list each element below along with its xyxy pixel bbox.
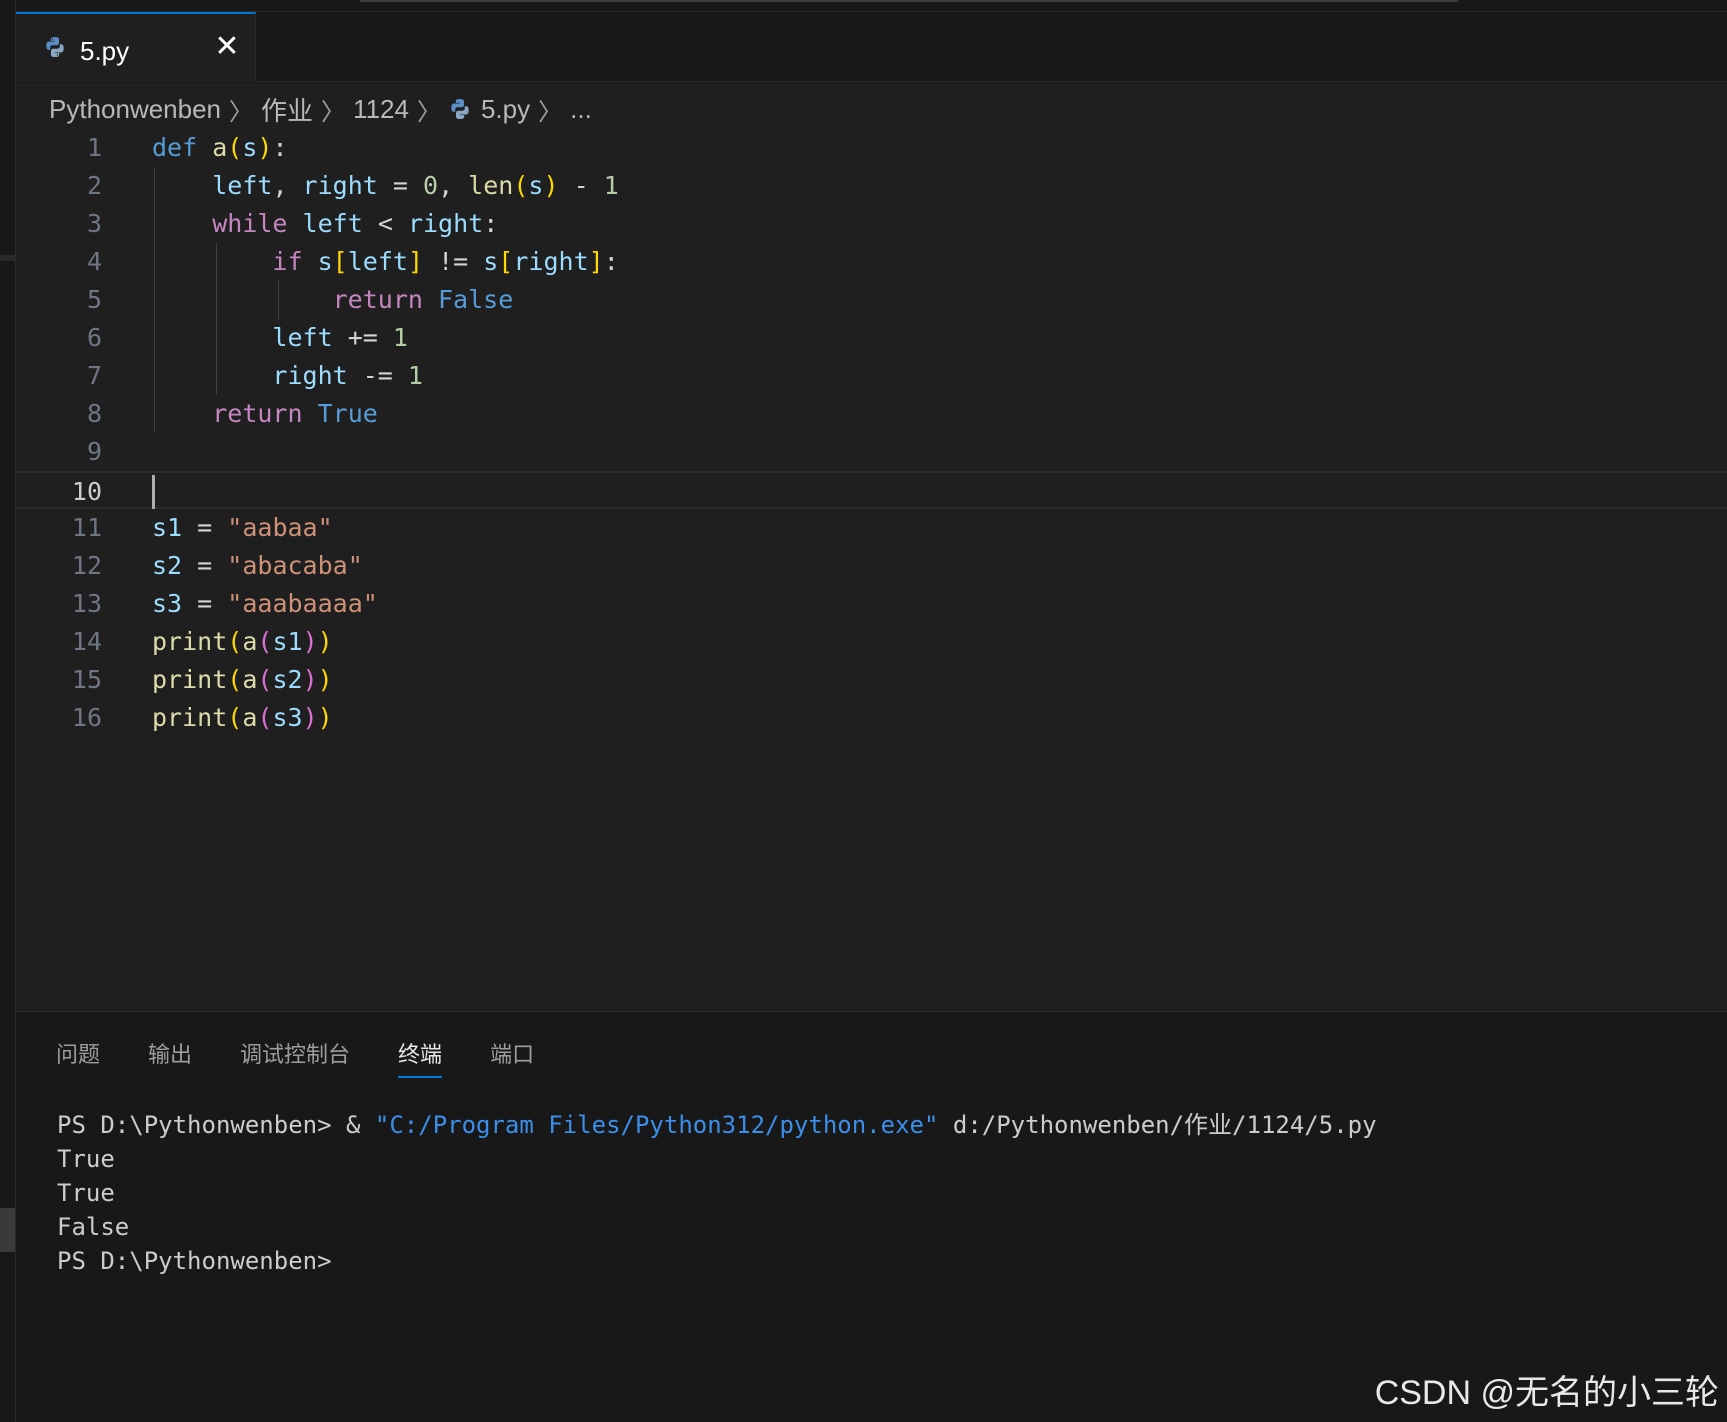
close-icon[interactable]: ✕ <box>212 32 242 62</box>
panel-tabs: 问题 输出 调试控制台 终端 端口 <box>56 1034 582 1078</box>
terminal[interactable]: PS D:\Pythonwenben> & "C:/Program Files/… <box>57 1108 1377 1278</box>
line-number: 7 <box>86 361 102 390</box>
bottom-panel: 问题 输出 调试控制台 终端 端口 PS D:\Pythonwenben> & … <box>16 1011 1727 1422</box>
breadcrumb-item-file[interactable]: 5.py <box>481 94 530 125</box>
breadcrumb: Pythonwenben 〉 作业 〉 1124 〉 5.py 〉 ... <box>49 91 592 127</box>
line-number: 8 <box>86 399 102 428</box>
terminal-output: True <box>57 1179 115 1207</box>
line-number: 5 <box>86 285 102 314</box>
activity-bar-edge <box>0 0 16 1422</box>
tab-output[interactable]: 输出 <box>148 1034 192 1076</box>
code-line[interactable]: 2 left, right = 0, len(s) - 1 <box>16 167 1727 205</box>
line-number: 15 <box>71 665 102 694</box>
tab-debug-console[interactable]: 调试控制台 <box>240 1034 350 1076</box>
code-line-current[interactable]: 10 <box>16 471 1727 509</box>
line-number: 13 <box>71 589 102 618</box>
code-text: def a(s): <box>152 133 288 162</box>
activity-indicator <box>0 255 15 261</box>
code-line[interactable]: 1 def a(s): <box>16 129 1727 167</box>
code-text: left, right = 0, len(s) - 1 <box>212 171 619 200</box>
python-file-icon <box>46 37 64 57</box>
code-text: print(a(s1)) <box>152 627 333 656</box>
code-area[interactable]: 1 def a(s): 2 left, right = 0, len(s) - 1… <box>16 129 1727 737</box>
tab-5-py[interactable]: 5.py ✕ <box>16 12 256 82</box>
code-text: s3 = "aaabaaaa" <box>152 589 378 618</box>
code-line[interactable]: 11 s1 = "aabaa" <box>16 509 1727 547</box>
code-text: return False <box>332 285 514 314</box>
line-number: 10 <box>71 477 102 506</box>
terminal-output: False <box>57 1213 130 1241</box>
activity-indicator-panel <box>0 1208 15 1252</box>
python-file-icon <box>451 99 469 119</box>
code-line[interactable]: 9 <box>16 433 1727 471</box>
tab-ports[interactable]: 端口 <box>490 1034 534 1076</box>
line-number: 3 <box>86 209 102 238</box>
code-line[interactable]: 6 left += 1 <box>16 319 1727 357</box>
code-line[interactable]: 16 print(a(s3)) <box>16 699 1727 737</box>
line-number: 2 <box>86 171 102 200</box>
line-number: 11 <box>71 513 102 542</box>
terminal-arg: d:/Pythonwenben/作业/1124/5.py <box>938 1111 1377 1139</box>
chevron-right-icon: 〉 <box>416 98 441 126</box>
breadcrumb-item-root[interactable]: Pythonwenben <box>49 94 221 125</box>
line-number: 4 <box>86 247 102 276</box>
line-number: 9 <box>86 437 102 466</box>
title-bar <box>16 0 1727 12</box>
code-text: s1 = "aabaa" <box>152 513 333 542</box>
code-line[interactable]: 12 s2 = "abacaba" <box>16 547 1727 585</box>
code-text: return True <box>212 399 378 428</box>
terminal-prompt: PS D:\Pythonwenben> & <box>57 1111 375 1139</box>
line-number: 16 <box>71 703 102 732</box>
terminal-exe-path: "C:/Program Files/Python312/python.exe" <box>374 1111 939 1139</box>
code-line[interactable]: 4 if s[left] != s[right]: <box>16 243 1727 281</box>
line-number: 14 <box>71 627 102 656</box>
code-text: if s[left] != s[right]: <box>272 247 619 276</box>
terminal-line: PS D:\Pythonwenben> & "C:/Program Files/… <box>57 1108 1377 1142</box>
chevron-right-icon: 〉 <box>538 98 563 126</box>
code-text: s2 = "abacaba" <box>152 551 363 580</box>
text-cursor <box>152 475 155 509</box>
line-number: 6 <box>86 323 102 352</box>
editor-tab-bar: 5.py ✕ <box>16 12 1727 82</box>
breadcrumb-item-subfolder[interactable]: 1124 <box>353 94 409 125</box>
breadcrumb-item-folder[interactable]: 作业 <box>261 91 313 128</box>
chevron-right-icon: 〉 <box>229 98 254 126</box>
code-line[interactable]: 7 right -= 1 <box>16 357 1727 395</box>
terminal-output: True <box>57 1145 115 1173</box>
tab-terminal[interactable]: 终端 <box>398 1034 443 1078</box>
line-number: 1 <box>86 133 102 162</box>
watermark: CSDN @无名的小三轮 <box>1374 1374 1719 1412</box>
code-editor[interactable]: Pythonwenben 〉 作业 〉 1124 〉 5.py 〉 ... 1d… <box>16 83 1727 1011</box>
code-text: right -= 1 <box>272 361 423 390</box>
tab-scrollbar[interactable] <box>360 0 1458 2</box>
tab-problems[interactable]: 问题 <box>56 1034 100 1076</box>
code-line[interactable]: 8 return True <box>16 395 1727 433</box>
code-text: while left < right: <box>212 209 499 238</box>
chevron-right-icon: 〉 <box>321 98 346 126</box>
code-line[interactable]: 5 return False <box>16 281 1727 319</box>
tab-label: 5.py <box>80 36 130 66</box>
code-line[interactable]: 3 while left < right: <box>16 205 1727 243</box>
code-text: print(a(s2)) <box>152 665 333 694</box>
code-line[interactable]: 15 print(a(s2)) <box>16 661 1727 699</box>
code-line[interactable]: 14 print(a(s1)) <box>16 623 1727 661</box>
breadcrumb-item-symbols[interactable]: ... <box>570 94 592 125</box>
code-line[interactable]: 13 s3 = "aaabaaaa" <box>16 585 1727 623</box>
line-number: 12 <box>71 551 102 580</box>
terminal-prompt: PS D:\Pythonwenben> <box>57 1247 332 1275</box>
code-text: print(a(s3)) <box>152 703 333 732</box>
code-text: left += 1 <box>272 323 408 352</box>
